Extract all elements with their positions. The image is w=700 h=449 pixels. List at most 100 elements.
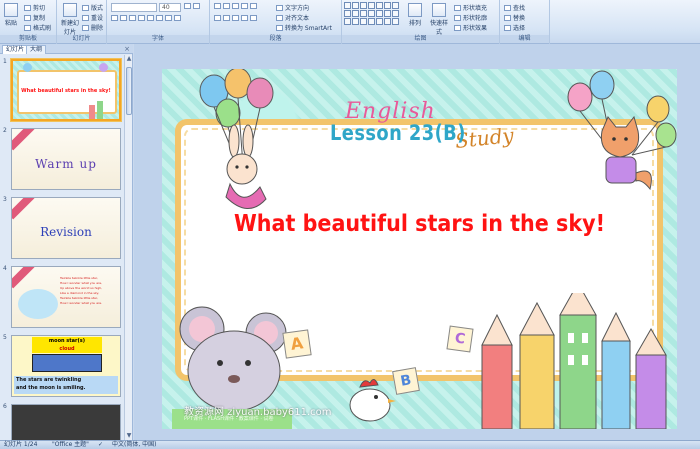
slide-editing-area[interactable]: English Study Lesson 23(B) What beautifu… bbox=[134, 44, 700, 440]
grow-font-button[interactable] bbox=[184, 3, 200, 9]
brush-icon bbox=[24, 24, 31, 31]
copy-button[interactable]: 复制 bbox=[24, 13, 45, 22]
justify-icon[interactable] bbox=[241, 15, 248, 21]
triangle-shape-icon[interactable] bbox=[384, 2, 391, 9]
italic-icon[interactable] bbox=[120, 15, 127, 21]
font-style-buttons[interactable] bbox=[111, 15, 181, 21]
star-shape-icon[interactable] bbox=[384, 10, 391, 17]
slide-thumbnail-image[interactable] bbox=[11, 404, 121, 440]
flowchart-shape-icon[interactable] bbox=[376, 18, 383, 25]
current-slide[interactable]: English Study Lesson 23(B) What beautifu… bbox=[162, 69, 677, 429]
close-icon[interactable]: × bbox=[124, 45, 130, 53]
brace-shape-icon[interactable] bbox=[360, 10, 367, 17]
align-left-icon[interactable] bbox=[214, 15, 221, 21]
smartart-button[interactable]: 转换为 SmartArt bbox=[276, 23, 332, 32]
arrange-button[interactable]: 排列 bbox=[406, 3, 424, 27]
rectangle-shape-icon[interactable] bbox=[360, 2, 367, 9]
delete-button[interactable]: 删除 bbox=[82, 23, 103, 32]
language-indicator[interactable]: 中文(简体, 中国) bbox=[112, 441, 157, 449]
shape-effects-button[interactable]: 形状效果 bbox=[454, 23, 487, 32]
brace-shape-icon[interactable] bbox=[368, 10, 375, 17]
slide-thumbnail-image[interactable]: What beautiful stars in the sky! bbox=[11, 59, 121, 121]
format-painter-button[interactable]: 格式刷 bbox=[24, 23, 51, 32]
bold-icon[interactable] bbox=[111, 15, 118, 21]
line-shape-icon[interactable] bbox=[392, 2, 399, 9]
new-slide-icon bbox=[63, 3, 77, 17]
block-arrow-shape-icon[interactable] bbox=[384, 18, 391, 25]
slide-thumbnail[interactable]: 2 Warm up bbox=[0, 126, 125, 194]
connector-shape-icon[interactable] bbox=[368, 18, 375, 25]
layout-button[interactable]: 版式 bbox=[82, 3, 103, 12]
shape-outline-button[interactable]: 形状轮廓 bbox=[454, 13, 487, 22]
slide-thumbnail[interactable]: 1 What beautiful stars in the sky! bbox=[0, 57, 125, 125]
editing-group: 查找 替换 选择 编辑 bbox=[500, 0, 550, 44]
slide-thumbnail[interactable]: 5 moon star(s) cloud The stars are twink… bbox=[0, 333, 125, 401]
slide-number: 5 bbox=[3, 334, 7, 341]
reset-button[interactable]: 重设 bbox=[82, 13, 103, 22]
align-right-icon[interactable] bbox=[232, 15, 239, 21]
decrease-indent-icon[interactable] bbox=[232, 3, 239, 9]
slide-thumbnail-image[interactable]: Twinkle twinkle little star, How I wonde… bbox=[11, 266, 121, 328]
cat-with-balloons bbox=[567, 70, 677, 191]
char-spacing-icon[interactable] bbox=[156, 15, 163, 21]
underline-icon[interactable] bbox=[129, 15, 136, 21]
line-shape-icon[interactable] bbox=[352, 2, 359, 9]
align-text-button[interactable]: 对齐文本 bbox=[276, 13, 309, 22]
bullets-icon[interactable] bbox=[214, 3, 221, 9]
line-spacing-icon[interactable] bbox=[250, 3, 257, 9]
scroll-thumb[interactable] bbox=[126, 67, 132, 115]
lesson-title[interactable]: Lesson 23(B) bbox=[330, 121, 466, 145]
slide-thumbnail-image[interactable]: Revision bbox=[11, 197, 121, 259]
slide-thumbnail-image[interactable]: moon star(s) cloud The stars are twinkli… bbox=[11, 335, 121, 397]
paste-icon bbox=[4, 3, 18, 17]
change-case-icon[interactable] bbox=[165, 15, 172, 21]
align-center-icon[interactable] bbox=[223, 15, 230, 21]
font-name-input[interactable] bbox=[111, 3, 157, 12]
callout-shape-icon[interactable] bbox=[392, 10, 399, 17]
list-buttons[interactable] bbox=[214, 3, 257, 9]
star-shape-icon[interactable] bbox=[376, 10, 383, 17]
align-buttons[interactable] bbox=[214, 15, 257, 21]
slide-thumbnail[interactable]: 3 Revision bbox=[0, 195, 125, 263]
slide-thumbnail-image[interactable]: Warm up bbox=[11, 128, 121, 190]
curve-shape-icon[interactable] bbox=[344, 18, 351, 25]
columns-icon[interactable] bbox=[250, 15, 257, 21]
cut-button[interactable]: 剪切 bbox=[24, 3, 45, 12]
arrow-shape-icon[interactable] bbox=[344, 10, 351, 17]
scribble-shape-icon[interactable] bbox=[360, 18, 367, 25]
line-shape-icon[interactable] bbox=[344, 2, 351, 9]
balloon-shape bbox=[99, 63, 108, 72]
find-button[interactable]: 查找 bbox=[504, 3, 525, 12]
spellcheck-icon[interactable]: ✓ bbox=[98, 441, 103, 449]
paste-button[interactable]: 粘贴 bbox=[2, 3, 20, 27]
arrow-shape-icon[interactable] bbox=[352, 10, 359, 17]
theme-name[interactable]: "Office 主题" bbox=[52, 441, 89, 449]
oval-shape-icon[interactable] bbox=[368, 2, 375, 9]
tab-outline[interactable]: 大纲 bbox=[26, 45, 47, 54]
shape-fill-button[interactable]: 形状填充 bbox=[454, 3, 487, 12]
numbering-icon[interactable] bbox=[223, 3, 230, 9]
text-direction-button[interactable]: 文字方向 bbox=[276, 3, 309, 12]
select-button[interactable]: 选择 bbox=[504, 23, 525, 32]
shapes-gallery[interactable] bbox=[344, 2, 399, 28]
replace-button[interactable]: 替换 bbox=[504, 13, 525, 22]
scroll-up-icon[interactable]: ▲ bbox=[125, 55, 133, 63]
slide-thumbnail[interactable]: 4 Twinkle twinkle little star, How I won… bbox=[0, 264, 125, 332]
watermark-subtitle: PPT课件 · FLASH课件 · 教案课件 · 试卷 bbox=[184, 416, 274, 422]
quick-styles-button[interactable]: 快速样式 bbox=[428, 3, 450, 36]
increase-indent-icon[interactable] bbox=[241, 3, 248, 9]
font-color-icon[interactable] bbox=[174, 15, 181, 21]
font-size-input[interactable]: 40 bbox=[159, 3, 181, 12]
slide-thumbnail[interactable]: 6 bbox=[0, 402, 125, 440]
thumbnail-scrollbar[interactable]: ▲ ▼ bbox=[124, 55, 132, 440]
more-shapes-icon[interactable] bbox=[392, 18, 399, 25]
strikethrough-icon[interactable] bbox=[138, 15, 145, 21]
scroll-down-icon[interactable]: ▼ bbox=[125, 432, 133, 440]
freeform-shape-icon[interactable] bbox=[352, 18, 359, 25]
rectangle-shape-icon[interactable] bbox=[376, 2, 383, 9]
slide-thumbnail-list[interactable]: 1 What beautiful stars in the sky! 2 War… bbox=[0, 55, 125, 440]
shadow-icon[interactable] bbox=[147, 15, 154, 21]
tab-slides[interactable]: 幻灯片 bbox=[2, 45, 29, 54]
slide-title[interactable]: What beautiful stars in the sky! bbox=[188, 211, 652, 237]
new-slide-button[interactable]: 新建幻灯片 bbox=[59, 3, 81, 36]
